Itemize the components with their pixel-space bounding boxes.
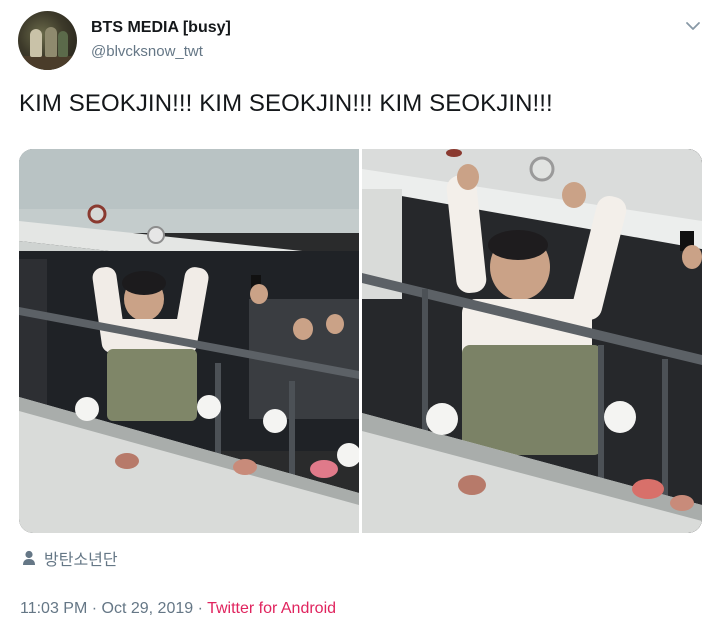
avatar[interactable]	[18, 11, 77, 70]
tweet-time[interactable]: 11:03 PM	[20, 600, 87, 617]
media-grid	[19, 149, 702, 533]
tweet-metadata: 11:03 PM · Oct 29, 2019 · Twitter for An…	[20, 600, 336, 618]
tweet-date[interactable]: Oct 29, 2019	[102, 600, 194, 617]
author-display-name[interactable]: BTS MEDIA [busy]	[91, 19, 231, 37]
tweet-location[interactable]: 방탄소년단	[22, 546, 118, 570]
tweet-text: KIM SEOKJIN!!! KIM SEOKJIN!!! KIM SEOKJI…	[19, 90, 553, 117]
tweet-photo[interactable]	[362, 149, 702, 533]
avatar-figure	[58, 31, 68, 57]
location-label: 방탄소년단	[44, 552, 118, 569]
tweet-photo[interactable]	[19, 149, 359, 533]
tweet-source-link[interactable]: Twitter for Android	[207, 600, 336, 617]
meta-separator: ·	[193, 600, 208, 617]
avatar-figure	[45, 27, 57, 57]
tweet-card: BTS MEDIA [busy] @blvcksnow_twt KIM SEOK…	[0, 0, 720, 638]
meta-separator: ·	[87, 600, 102, 617]
author-handle[interactable]: @blvcksnow_twt	[91, 43, 203, 60]
person-icon	[22, 550, 36, 566]
avatar-figure	[30, 29, 42, 57]
avatar-floor	[18, 56, 77, 70]
chevron-down-icon[interactable]	[684, 19, 702, 33]
